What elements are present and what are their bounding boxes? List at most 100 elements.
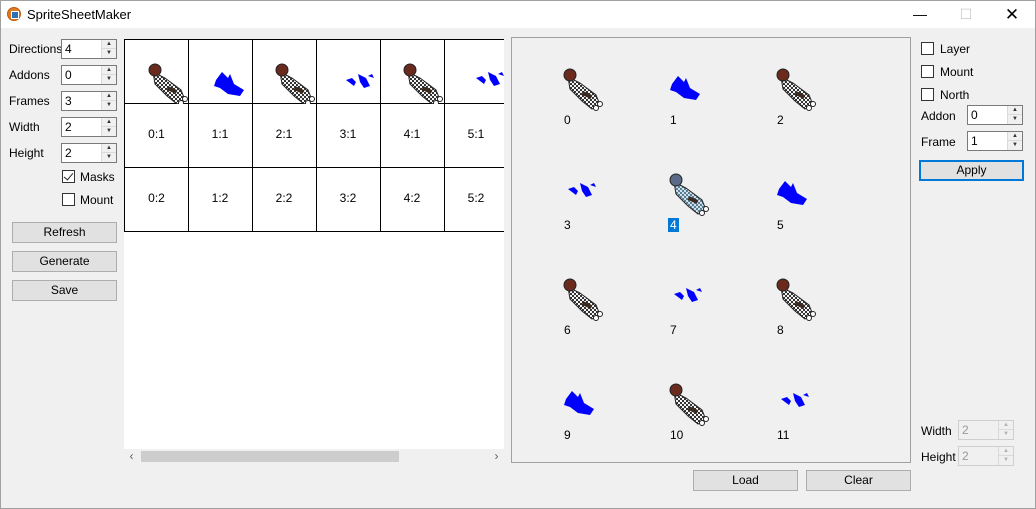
grid-cell[interactable]: 5:1	[444, 103, 504, 168]
north-checkbox[interactable]	[921, 88, 934, 101]
grid-cell[interactable]	[380, 39, 445, 106]
preview-tile[interactable]: 0	[560, 66, 620, 146]
mask-sprite-icon	[670, 76, 700, 100]
addon-spinner[interactable]: 0 ▲ ▼	[967, 105, 1023, 125]
spin-down-icon[interactable]: ▼	[1008, 141, 1022, 150]
spin-down-icon[interactable]: ▼	[102, 127, 116, 136]
grid-cell[interactable]: 5:2	[444, 167, 504, 232]
mask-sprite-icon	[214, 72, 244, 96]
spin-up-icon[interactable]: ▲	[999, 421, 1013, 430]
mount-checkbox[interactable]	[62, 193, 75, 206]
masks-checkbox[interactable]	[62, 170, 75, 183]
grid-cell[interactable]: 0:1	[124, 103, 189, 168]
grid-cell[interactable]	[252, 39, 317, 106]
addons-label: Addons	[9, 68, 50, 82]
horizontal-scrollbar[interactable]: ‹ ›	[124, 449, 504, 464]
spin-up-icon[interactable]: ▲	[999, 447, 1013, 456]
height-value: 2	[65, 146, 72, 160]
preview-tile[interactable]: 4	[666, 171, 726, 251]
grid-cell[interactable]: 1:2	[188, 167, 253, 232]
preview-tile[interactable]: 10	[666, 381, 726, 461]
spin-down-icon[interactable]: ▼	[999, 430, 1013, 439]
close-button[interactable]: ✕	[989, 1, 1035, 28]
layer-width-spinner[interactable]: 2 ▲ ▼	[958, 420, 1014, 440]
spin-down-icon[interactable]: ▼	[102, 75, 116, 84]
cell-label: 5:2	[467, 191, 485, 205]
preview-tile[interactable]: 11	[773, 381, 833, 461]
apply-button[interactable]: Apply	[919, 160, 1024, 181]
frame-spinner[interactable]: 1 ▲ ▼	[967, 131, 1023, 151]
spin-down-icon[interactable]: ▼	[102, 153, 116, 162]
scroll-right-icon[interactable]: ›	[489, 449, 504, 464]
grid-cell[interactable]: 2:2	[252, 167, 317, 232]
maximize-button[interactable]: ☐	[943, 1, 989, 28]
preview-tile[interactable]: 5	[773, 171, 833, 251]
character-sprite-icon	[275, 63, 315, 106]
generate-button[interactable]: Generate	[12, 251, 117, 272]
layer-checkbox[interactable]	[921, 42, 934, 55]
frames-spinner[interactable]: 3 ▲ ▼	[61, 91, 117, 111]
preview-tile[interactable]: 7	[666, 276, 726, 356]
frame-value: 1	[971, 134, 978, 148]
cell-label: 1:2	[211, 191, 229, 205]
grid-cell[interactable]: 3:2	[316, 167, 381, 232]
cell-label: 1:1	[211, 127, 229, 141]
layer-mount-label: Mount	[940, 65, 974, 79]
preview-tile[interactable]: 9	[560, 381, 620, 461]
scrollbar-thumb[interactable]	[141, 451, 399, 462]
grid-cell[interactable]: 4:2	[380, 167, 445, 232]
preview-tile[interactable]: 3	[560, 171, 620, 251]
addons-spinner[interactable]: 0 ▲ ▼	[61, 65, 117, 85]
character-sprite-icon	[148, 63, 188, 106]
layer-mount-checkbox[interactable]	[921, 65, 934, 78]
width-value: 2	[65, 120, 72, 134]
grid-cell[interactable]	[124, 39, 189, 106]
spin-up-icon[interactable]: ▲	[102, 40, 116, 49]
character-sprite-icon	[563, 68, 603, 111]
tile-number: 1	[670, 113, 677, 127]
layer-width-value: 2	[962, 423, 969, 437]
clear-button[interactable]: Clear	[806, 470, 911, 491]
spin-up-icon[interactable]: ▲	[1008, 106, 1022, 115]
grid-cell[interactable]	[444, 39, 504, 104]
preview-tile[interactable]: 1	[666, 66, 726, 146]
tile-number: 6	[564, 323, 571, 337]
spin-down-icon[interactable]: ▼	[102, 49, 116, 58]
spin-up-icon[interactable]: ▲	[102, 144, 116, 153]
preview-tile[interactable]: 2	[773, 66, 833, 146]
grid-cell[interactable]: 0:2	[124, 167, 189, 232]
sprite-sheet-grid: 0:1 1:1 2:1 3:1 4:1 5:1 0:2 1:2 2:2 3:2 …	[124, 39, 504, 449]
height-spinner[interactable]: 2 ▲ ▼	[61, 143, 117, 163]
save-button[interactable]: Save	[12, 280, 117, 301]
scroll-left-icon[interactable]: ‹	[124, 449, 139, 464]
refresh-button[interactable]: Refresh	[12, 222, 117, 243]
spin-up-icon[interactable]: ▲	[102, 92, 116, 101]
mask-sprite-icon	[564, 391, 594, 415]
grid-cell[interactable]: 2:1	[252, 103, 317, 168]
spin-down-icon[interactable]: ▼	[102, 101, 116, 110]
grid-cell[interactable]: 1:1	[188, 103, 253, 168]
addon-value: 0	[971, 108, 978, 122]
frame-preview-panel: 0 1 2 3 4 5 6 7 8 9 10 11	[511, 37, 911, 463]
minimize-button[interactable]: —	[897, 1, 943, 28]
spin-down-icon[interactable]: ▼	[999, 456, 1013, 465]
preview-tile[interactable]: 8	[773, 276, 833, 356]
cell-label: 3:1	[339, 127, 357, 141]
layer-height-spinner[interactable]: 2 ▲ ▼	[958, 446, 1014, 466]
spin-down-icon[interactable]: ▼	[1008, 115, 1022, 124]
grid-cell[interactable]: 4:1	[380, 103, 445, 168]
frames-value: 3	[65, 94, 72, 108]
spin-up-icon[interactable]: ▲	[102, 118, 116, 127]
load-button[interactable]: Load	[693, 470, 798, 491]
preview-tile[interactable]: 6	[560, 276, 620, 356]
grid-cell[interactable]	[316, 39, 381, 104]
spin-up-icon[interactable]: ▲	[102, 66, 116, 75]
masks-label: Masks	[80, 170, 115, 184]
directions-spinner[interactable]: 4 ▲ ▼	[61, 39, 117, 59]
grid-cell[interactable]: 3:1	[316, 103, 381, 168]
grid-cell[interactable]	[188, 39, 253, 104]
width-spinner[interactable]: 2 ▲ ▼	[61, 117, 117, 137]
mask-sprite-icon	[476, 72, 504, 86]
spin-up-icon[interactable]: ▲	[1008, 132, 1022, 141]
mask-sprite-icon	[674, 288, 702, 302]
